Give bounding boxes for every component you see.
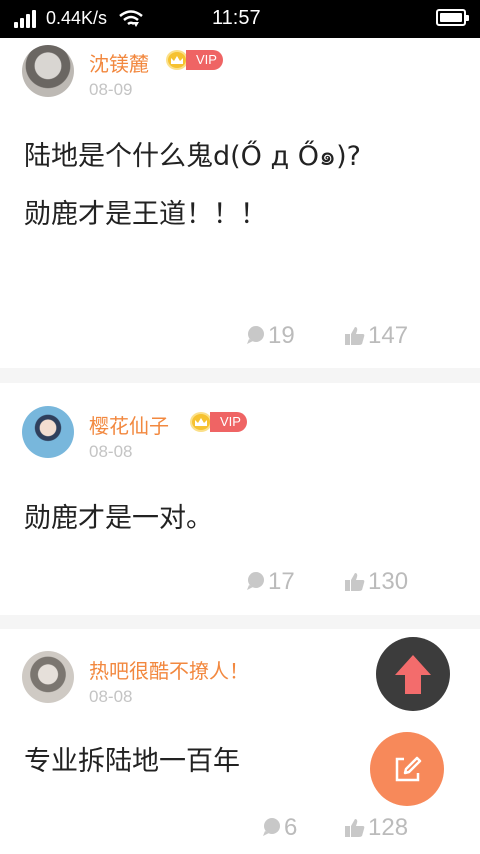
comment-icon xyxy=(247,572,264,590)
vip-badge: VIP xyxy=(210,412,247,432)
username[interactable]: 沈镁麓 xyxy=(89,48,149,77)
network-speed: 0.44K/s xyxy=(46,8,108,28)
comment-icon xyxy=(247,326,264,344)
arrow-up-icon xyxy=(395,655,431,694)
crown-icon xyxy=(166,50,188,70)
clock: 11:57 xyxy=(212,7,261,29)
post-content: 勋鹿才是一对。 xyxy=(24,490,460,548)
wifi-icon xyxy=(119,10,143,27)
post-card: 樱花仙子 VIP 08-08 勋鹿才是一对。 17 130 xyxy=(0,383,480,615)
status-bar: 0.44K/s 11:57 xyxy=(0,0,480,38)
avatar[interactable] xyxy=(22,406,74,458)
avatar[interactable] xyxy=(22,45,74,97)
username[interactable]: 热吧很酷不撩人！ xyxy=(89,655,249,684)
post-date: 08-09 xyxy=(89,80,133,99)
battery-icon xyxy=(436,9,469,26)
content-line: 勋鹿才是王道！！！ xyxy=(24,199,267,230)
comment-icon xyxy=(263,818,280,836)
thumbs-up-icon xyxy=(345,573,365,591)
thumbs-up-icon xyxy=(345,327,365,345)
signal-icon xyxy=(14,10,40,28)
content-line: 陆地是个什么鬼d(Ő д Ő๑)? xyxy=(24,141,362,172)
compose-button[interactable] xyxy=(370,732,444,806)
crown-icon xyxy=(190,412,212,432)
scroll-top-button[interactable] xyxy=(376,637,450,711)
post-card: 沈镁麓 VIP 08-09 陆地是个什么鬼d(Ő д Ő๑)? 勋鹿才是王道！！… xyxy=(0,38,480,368)
content-line: 勋鹿才是一对。 xyxy=(24,503,213,534)
post-content: 陆地是个什么鬼d(Ő д Ő๑)? 勋鹿才是王道！！！ xyxy=(24,128,460,244)
thumbs-up-icon xyxy=(345,819,365,837)
avatar[interactable] xyxy=(22,651,74,703)
post-date: 08-08 xyxy=(89,687,133,706)
vip-badge: VIP xyxy=(186,50,223,70)
edit-icon xyxy=(395,756,422,782)
post-date: 08-08 xyxy=(89,442,133,461)
username[interactable]: 樱花仙子 xyxy=(89,410,169,439)
